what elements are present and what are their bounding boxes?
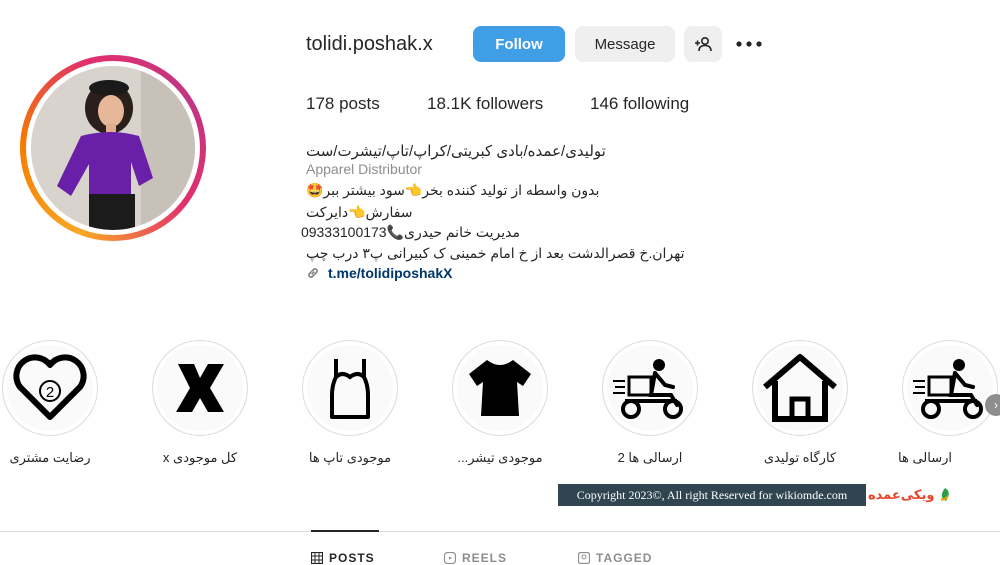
suggest-accounts-button[interactable]: [684, 26, 722, 62]
follow-button[interactable]: Follow: [473, 26, 565, 62]
link-icon: [308, 268, 318, 278]
wikiomde-logo: ویکی‌عمده: [868, 484, 952, 506]
highlight-label-4: موجودی تیشر...: [457, 450, 543, 465]
house-icon: [763, 354, 837, 422]
highlight-label-2: کل موجودی x: [162, 450, 238, 465]
highlight-6[interactable]: [752, 340, 848, 436]
reels-icon: [444, 552, 456, 564]
bio-line-1: بدون واسطه از تولید کننده بخر👈سود بیشتر …: [306, 182, 600, 198]
highlight-2[interactable]: [152, 340, 248, 436]
highlight-7[interactable]: [902, 340, 998, 436]
message-button[interactable]: Message: [575, 26, 675, 62]
person-add-icon: [695, 36, 712, 52]
delivery-scooter-icon: [613, 359, 683, 419]
bio-line-2: سفارش👈دایرکت: [306, 204, 413, 220]
bio-link[interactable]: t.me/tolidiposhakX: [306, 265, 452, 281]
bio-line-4: تهران.خ قصرالدشت بعد از خ امام خمینی ک ک…: [306, 245, 685, 261]
tab-reels[interactable]: REELS: [444, 551, 507, 565]
bio-title: تولیدی/عمده/بادی کبریتی/کراپ/تاپ/تیشرت/س…: [306, 143, 606, 160]
highlight-label-1: رضایت مشتری: [9, 450, 91, 465]
following-count[interactable]: 146 following: [590, 94, 689, 114]
wikiomde-logo-text: ویکی‌عمده: [868, 487, 935, 502]
highlights-next-button[interactable]: ›: [985, 394, 1000, 416]
copyright-watermark: Copyright 2023©, All right Reserved for …: [558, 484, 866, 506]
bio-line-3: مدیریت خانم حیدری📞09333100173: [300, 224, 520, 240]
profile-category: Apparel Distributor: [306, 161, 422, 177]
tank-top-icon: [330, 359, 370, 419]
more-horizontal-icon: [736, 41, 762, 47]
heart-2-icon: 2: [13, 354, 87, 420]
highlight-label-7: ارسالی ها: [898, 450, 952, 465]
grid-icon: [311, 552, 323, 564]
tshirt-icon: [469, 360, 531, 416]
delivery-scooter-icon: [913, 359, 983, 419]
profile-username: tolidi.poshak.x: [306, 33, 433, 55]
avatar: [31, 66, 195, 230]
highlight-5[interactable]: [602, 340, 698, 436]
letter-x-icon: [176, 364, 224, 412]
bio-link-text[interactable]: t.me/tolidiposhakX: [328, 265, 452, 281]
leaf-icon: [940, 488, 950, 501]
highlight-3[interactable]: [302, 340, 398, 436]
highlight-4[interactable]: [452, 340, 548, 436]
profile-avatar-ring[interactable]: [20, 55, 206, 241]
followers-count[interactable]: 18.1K followers: [427, 94, 543, 114]
highlight-label-5: ارسالی ها 2: [617, 450, 683, 465]
tagged-icon: [578, 552, 590, 564]
chevron-right-icon: ›: [994, 398, 998, 412]
tabs-divider: [0, 531, 1000, 532]
highlight-1[interactable]: 2: [2, 340, 98, 436]
tab-tagged[interactable]: TAGGED: [578, 551, 652, 565]
active-tab-indicator: [311, 530, 379, 532]
highlight-label-3: موجودی تاپ ها: [308, 450, 392, 465]
more-options-button[interactable]: [735, 30, 763, 58]
svg-text:2: 2: [46, 384, 54, 401]
tab-posts[interactable]: POSTS: [311, 551, 375, 565]
posts-count: 178 posts: [306, 94, 380, 113]
